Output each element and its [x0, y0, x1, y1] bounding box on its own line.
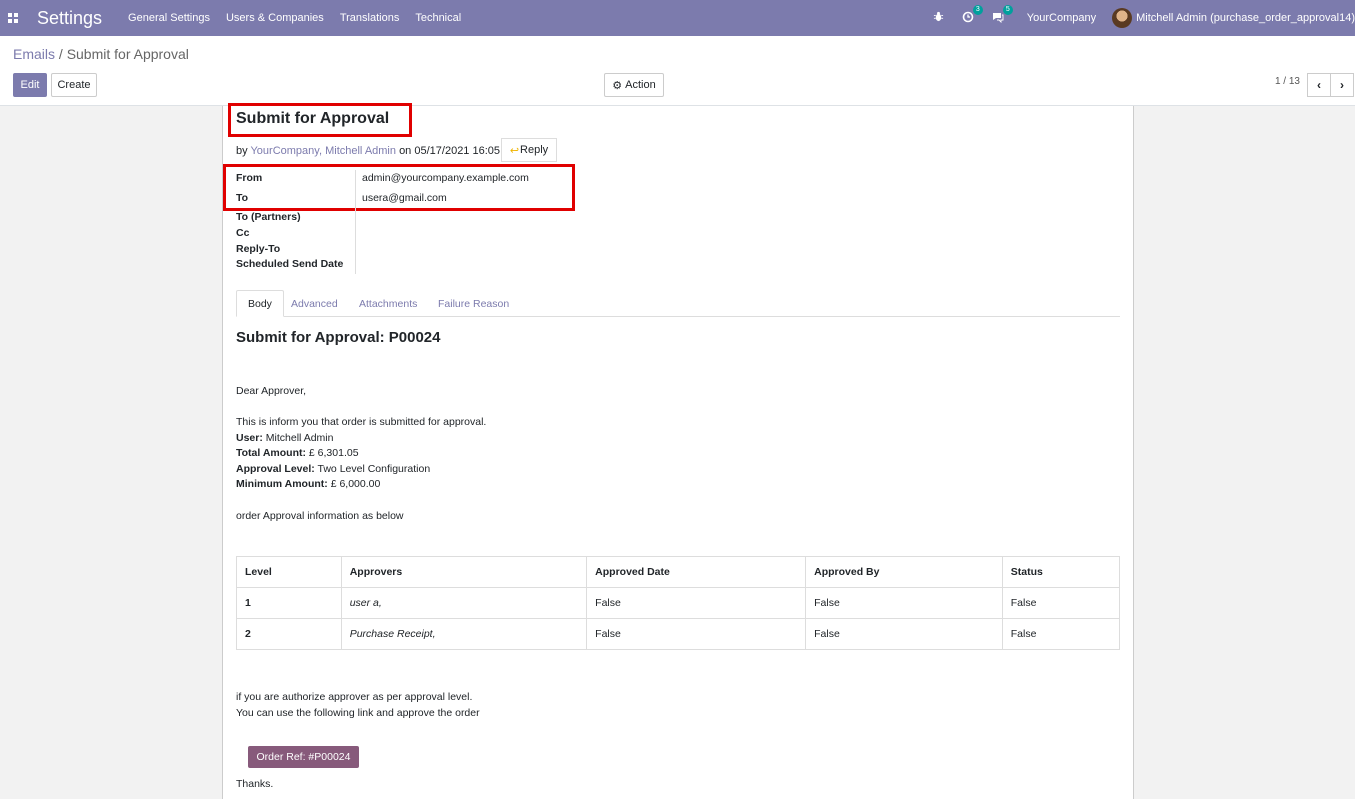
table-header-row: Level Approvers Approved Date Approved B…: [236, 556, 1121, 588]
header-approved-date: Approved Date: [586, 556, 807, 588]
messages-icon[interactable]: 5: [992, 4, 1013, 26]
user-label: User:: [236, 432, 263, 444]
body-title: Submit for Approval: P00024: [236, 329, 441, 346]
level-label: Approval Level:: [236, 463, 315, 475]
minimum-amount-line: Minimum Amount: £ 6,000.00: [236, 478, 380, 490]
cell-approvers: Purchase Receipt,: [340, 618, 588, 650]
approval-level-line: Approval Level: Two Level Configuration: [236, 463, 430, 475]
tab-failure-reason[interactable]: Failure Reason: [427, 290, 520, 317]
pager-value[interactable]: 1 / 13: [1275, 76, 1300, 87]
from-label: From: [236, 172, 263, 184]
activity-clock-icon[interactable]: 3: [962, 4, 983, 26]
cell-approved-by: False: [805, 587, 1003, 619]
to-label: To: [236, 192, 249, 204]
menu-technical[interactable]: Technical: [415, 12, 461, 24]
cell-status: False: [1001, 618, 1121, 650]
header-approved-by: Approved By: [805, 556, 1003, 588]
approval-table: Level Approvers Approved Date Approved B…: [236, 556, 1121, 650]
cell-level: 2: [236, 618, 342, 650]
navbar-systray: 3 5 YourCompany Mitchell Admin (purchase…: [924, 0, 1355, 36]
reply-button[interactable]: ↩ Reply: [501, 138, 557, 162]
chevron-right-icon: ›: [1340, 78, 1344, 92]
app-title: Settings: [37, 7, 103, 28]
level-value: Two Level Configuration: [317, 463, 431, 475]
link-line: You can use the following link and appro…: [236, 707, 480, 719]
breadcrumb-separator: /: [58, 46, 63, 62]
cell-approved-date: False: [586, 618, 807, 650]
cell-approvers: user a,: [340, 587, 588, 619]
reply-to-label: Reply-To: [236, 243, 281, 255]
table-row: 1 user a, False False False: [236, 587, 1121, 619]
top-navbar: Settings General Settings Users & Compan…: [0, 0, 1355, 36]
header-approvers: Approvers: [340, 556, 588, 588]
pager-next-button[interactable]: ›: [1330, 73, 1354, 97]
apps-menu-icon[interactable]: [7, 12, 19, 24]
cell-status: False: [1001, 587, 1121, 619]
tab-attachments[interactable]: Attachments: [348, 290, 428, 317]
min-value: £ 6,000.00: [330, 478, 381, 490]
control-panel: Emails / Submit for Approval Edit Create…: [0, 36, 1355, 106]
total-value: £ 6,301.05: [308, 447, 359, 459]
scheduled-send-date-label: Scheduled Send Date: [236, 258, 344, 270]
user-avatar[interactable]: [1112, 8, 1133, 28]
notebook-tabs: Body Advanced Attachments Failure Reason: [236, 290, 1120, 317]
breadcrumb-emails[interactable]: Emails: [13, 46, 55, 62]
table-row: 2 Purchase Receipt, False False False: [236, 618, 1121, 650]
thanks-line: Thanks.: [236, 778, 274, 790]
menu-translations[interactable]: Translations: [340, 12, 400, 24]
pager-previous-button[interactable]: ‹: [1307, 73, 1331, 97]
to-partners-label: To (Partners): [236, 211, 301, 223]
action-label: Action: [625, 79, 656, 91]
cc-label: Cc: [236, 227, 250, 239]
highlight-box-subject: [228, 103, 412, 137]
breadcrumb: Emails / Submit for Approval: [13, 46, 189, 62]
cell-level: 1: [236, 587, 342, 619]
form-sheet: Submit for Approval by YourCompany, Mitc…: [222, 103, 1134, 799]
greeting: Dear Approver,: [236, 385, 307, 397]
tab-advanced[interactable]: Advanced: [280, 290, 349, 317]
menu-users-companies[interactable]: Users & Companies: [226, 12, 324, 24]
from-value: admin@yourcompany.example.com: [362, 172, 529, 184]
to-value: usera@gmail.com: [362, 192, 447, 204]
date-prefix: on: [399, 145, 412, 157]
breadcrumb-current: Submit for Approval: [66, 46, 189, 62]
action-button[interactable]: ⚙ Action: [604, 73, 664, 97]
min-label: Minimum Amount:: [236, 478, 328, 490]
reply-label: Reply: [520, 144, 549, 156]
user-line: User: Mitchell Admin: [236, 432, 333, 444]
chevron-left-icon: ‹: [1317, 78, 1321, 92]
total-label: Total Amount:: [236, 447, 306, 459]
email-author[interactable]: YourCompany, Mitchell Admin: [250, 145, 396, 157]
authorize-line: if you are authorize approver as per app…: [236, 691, 473, 703]
cell-approved-by: False: [805, 618, 1003, 650]
intro-line: This is inform you that order is submitt…: [236, 416, 487, 428]
header-status: Status: [1001, 556, 1121, 588]
bug-icon[interactable]: [933, 11, 944, 25]
user-value: Mitchell Admin: [265, 432, 334, 444]
messages-badge: 5: [1002, 4, 1013, 15]
header-level: Level: [236, 556, 342, 588]
edit-button[interactable]: Edit: [13, 73, 47, 97]
cell-approved-date: False: [586, 587, 807, 619]
info-line: order Approval information as below: [236, 510, 404, 522]
by-prefix: by: [236, 145, 248, 157]
email-byline: by YourCompany, Mitchell Admin on 05/17/…: [236, 145, 515, 157]
company-switcher[interactable]: YourCompany: [1027, 12, 1096, 24]
tab-body[interactable]: Body: [236, 290, 284, 317]
create-button[interactable]: Create: [51, 73, 97, 97]
field-separator: [355, 170, 356, 274]
gear-icon: ⚙: [612, 79, 623, 92]
menu-general-settings[interactable]: General Settings: [128, 12, 210, 24]
order-ref-button[interactable]: Order Ref: #P00024: [248, 746, 359, 768]
user-menu[interactable]: Mitchell Admin (purchase_order_approval1…: [1136, 12, 1355, 24]
activity-badge: 3: [972, 4, 983, 15]
reply-icon: ↩: [509, 144, 520, 157]
total-amount-line: Total Amount: £ 6,301.05: [236, 447, 359, 459]
